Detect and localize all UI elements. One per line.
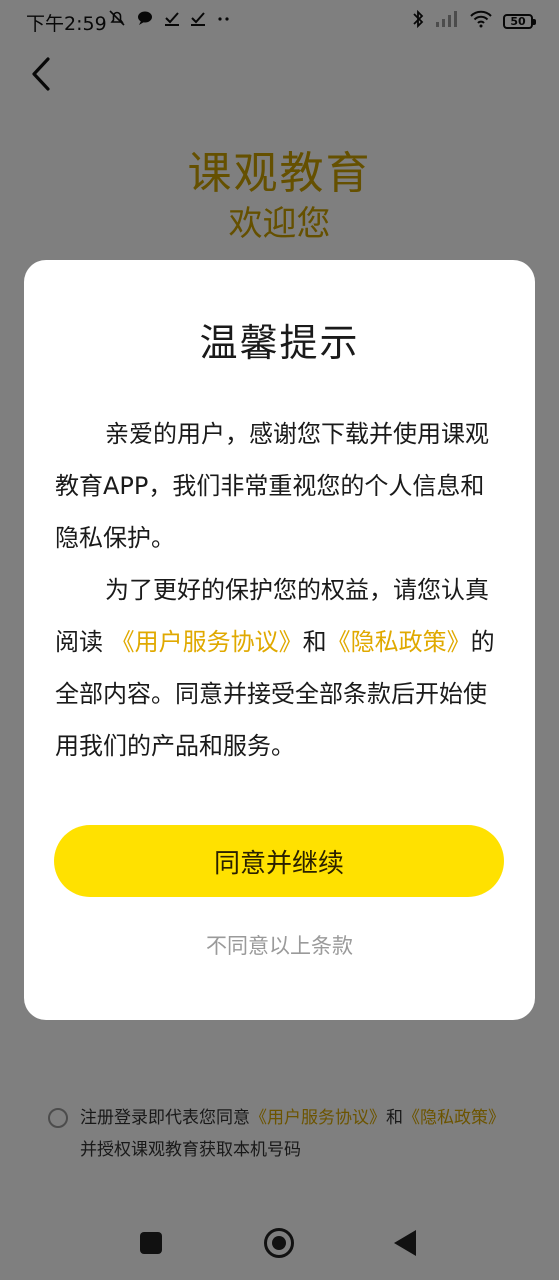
- dialog-title: 温馨提示: [199, 321, 360, 365]
- para2-and: 和: [302, 628, 327, 656]
- terms-link[interactable]: 《用户服务协议》: [111, 628, 303, 656]
- agree-continue-button[interactable]: 同意并继续: [54, 825, 504, 897]
- dialog-paragraph-2: 为了更好的保护您的权益，请您认真阅读 《用户服务协议》和《隐私政策》的全部内容。…: [55, 564, 507, 772]
- disagree-button[interactable]: 不同意以上条款: [24, 930, 535, 960]
- privacy-link[interactable]: 《隐私政策》: [327, 628, 471, 656]
- dialog-paragraph-1: 亲爱的用户，感谢您下载并使用课观教育APP，我们非常重视您的个人信息和隐私保护。: [55, 420, 489, 552]
- privacy-dialog: 温馨提示 亲爱的用户，感谢您下载并使用课观教育APP，我们非常重视您的个人信息和…: [24, 260, 535, 1020]
- dialog-body: 亲爱的用户，感谢您下载并使用课观教育APP，我们非常重视您的个人信息和隐私保护。…: [55, 408, 507, 772]
